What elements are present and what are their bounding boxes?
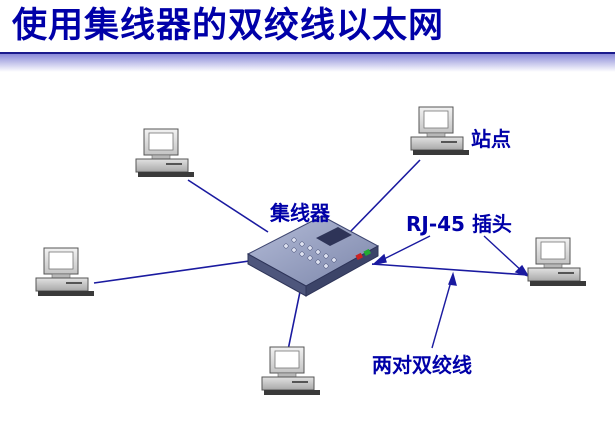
cable-top-left bbox=[187, 179, 269, 233]
arrow-rj45-to-hub bbox=[377, 235, 431, 263]
station-label: 站点 bbox=[471, 127, 511, 151]
workstation-top-left-icon bbox=[135, 128, 195, 178]
twisted-pair-label: 两对双绞线 bbox=[372, 353, 472, 377]
cable-right bbox=[371, 263, 529, 276]
cable-left bbox=[93, 259, 257, 284]
workstation-right-icon bbox=[527, 237, 587, 287]
hub-label: 集线器 bbox=[270, 201, 330, 225]
workstation-top-right-icon bbox=[410, 106, 470, 156]
rj45-plug-label: RJ-45 插头 bbox=[406, 212, 512, 236]
arrow-twisted-pair bbox=[431, 277, 453, 349]
arrow-rj45-to-station bbox=[483, 235, 525, 274]
workstation-bottom-icon bbox=[261, 346, 321, 396]
hub-icon bbox=[246, 215, 380, 297]
pointer-arrows bbox=[371, 235, 530, 349]
workstation-left-icon bbox=[35, 247, 95, 297]
